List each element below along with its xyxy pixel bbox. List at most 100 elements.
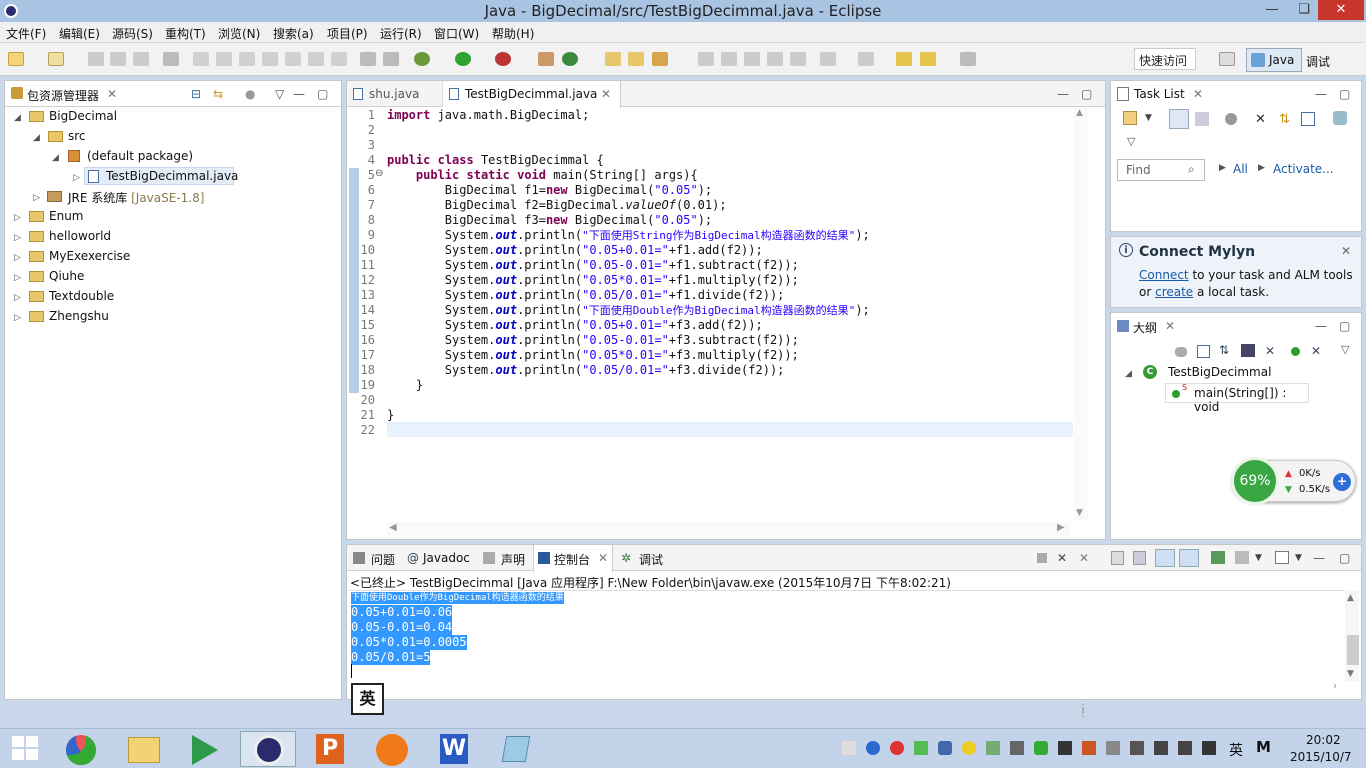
eclipse-taskbar-icon[interactable] xyxy=(240,731,296,767)
code-line[interactable]: import java.math.BigDecimal; xyxy=(387,108,589,123)
code-line[interactable]: System.out.println("0.05/0.01="+f1.divid… xyxy=(387,288,785,303)
new-icon[interactable] xyxy=(8,52,24,66)
minimize-view-icon[interactable]: — xyxy=(1315,319,1327,333)
step-filter-icon[interactable] xyxy=(383,52,399,66)
console-line[interactable]: 0.05+0.01=0.06 xyxy=(351,605,453,620)
console-line[interactable]: 下面使用Double作为BigDecimal构造器函数的结果 xyxy=(351,592,564,604)
collapse-all-icon[interactable] xyxy=(1301,112,1315,126)
show-desktop-icon[interactable] xyxy=(842,741,856,755)
scheduled-icon[interactable] xyxy=(1195,112,1209,126)
run-icon[interactable] xyxy=(455,52,471,66)
tab-declaration[interactable]: 声明 xyxy=(501,551,525,568)
scroll-thumb[interactable] xyxy=(1347,635,1359,665)
editor-horizontal-scrollbar[interactable]: ◀ ▶ xyxy=(387,522,1071,536)
open-console-icon[interactable] xyxy=(1275,551,1289,564)
save-icon[interactable] xyxy=(88,52,104,66)
link-editor-icon[interactable]: ⇆ xyxy=(213,87,223,101)
annotation-next-icon[interactable] xyxy=(698,52,714,66)
tree-item-zhengshu[interactable]: Zhengshu xyxy=(49,309,109,323)
activate-link[interactable]: Activate... xyxy=(1273,162,1334,176)
maximize-view-icon[interactable]: ▢ xyxy=(1339,87,1350,101)
close-tab-icon[interactable]: ✕ xyxy=(598,551,608,565)
minimize-button[interactable]: — xyxy=(1258,0,1286,20)
chevron-down-icon[interactable]: ▽ xyxy=(275,87,284,101)
back-icon[interactable] xyxy=(896,52,912,66)
sync-repo-icon[interactable] xyxy=(1333,111,1347,125)
taskbar-ime-indicator[interactable]: 英 xyxy=(1229,740,1243,760)
next-edit-icon[interactable] xyxy=(820,52,836,66)
show-whitespace-icon[interactable] xyxy=(790,52,806,66)
show-on-output-icon[interactable] xyxy=(1155,549,1175,567)
network-icon[interactable] xyxy=(1178,741,1192,755)
console-line[interactable]: 0.05-0.01=0.04 xyxy=(351,620,453,635)
menu-help[interactable]: 帮助(H) xyxy=(492,25,534,42)
terminate-icon[interactable] xyxy=(239,52,255,66)
network-monitor-widget[interactable]: 69% ▲ 0K/s ▼ 0.5K/s + xyxy=(1231,457,1356,505)
tree-item-src[interactable]: src xyxy=(68,129,86,143)
collapse-triangle-icon[interactable]: ▷ xyxy=(33,193,40,203)
outline-method-item[interactable]: S main(String[]) : void xyxy=(1165,383,1309,414)
clear-console-icon[interactable] xyxy=(1111,551,1124,565)
collapse-all-icon[interactable] xyxy=(1197,345,1210,358)
tray-monitor-icon[interactable] xyxy=(1010,741,1024,755)
remove-launch-icon[interactable]: ✕ xyxy=(1057,551,1067,565)
tab-javadoc[interactable]: Javadoc xyxy=(423,551,470,565)
clock-time[interactable]: 20:02 xyxy=(1306,733,1341,747)
open-task-icon[interactable] xyxy=(628,52,644,66)
focus-icon[interactable] xyxy=(1175,347,1187,357)
last-edit-icon[interactable] xyxy=(858,52,874,66)
firefox-icon[interactable] xyxy=(364,731,420,767)
close-tab-icon[interactable]: ✕ xyxy=(601,87,611,101)
menu-refactor[interactable]: 重构(T) xyxy=(165,25,206,42)
menu-search[interactable]: 搜索(a) xyxy=(273,25,314,42)
wps-writer-icon[interactable]: W xyxy=(426,731,482,767)
console-line[interactable]: 0.05*0.01=0.0005 xyxy=(351,635,467,650)
tab-testbigdecimmal-java[interactable]: TestBigDecimmal.java ✕ xyxy=(443,81,621,108)
tree-item-bigdecimal[interactable]: BigDecimal xyxy=(49,109,117,123)
tab-console[interactable]: 控制台 ✕ xyxy=(533,545,613,572)
chevron-down-icon[interactable]: ▼ xyxy=(1145,113,1152,123)
close-tab-icon[interactable]: ✕ xyxy=(1193,87,1203,101)
menu-navigate[interactable]: 浏览(N) xyxy=(218,25,260,42)
tree-item-testbigdecimmal-java[interactable]: TestBigDecimmal.java xyxy=(106,169,238,183)
debug-perspective-button[interactable]: 调试 xyxy=(1306,53,1330,70)
code-line[interactable]: System.out.println("0.05+0.01="+f3.add(f… xyxy=(387,318,763,333)
console-line[interactable]: 0.05/0.01=5 xyxy=(351,650,431,665)
tab-outline[interactable]: 大纲 xyxy=(1133,319,1157,336)
chevron-down-icon[interactable]: ▼ xyxy=(1255,553,1262,563)
step-over-icon[interactable] xyxy=(308,52,324,66)
disconnect-icon[interactable] xyxy=(262,52,278,66)
categorized-icon[interactable] xyxy=(1169,109,1189,129)
code-line[interactable]: } xyxy=(387,408,394,423)
menu-edit[interactable]: 编辑(E) xyxy=(59,25,100,42)
suspend-icon[interactable] xyxy=(216,52,232,66)
code-line[interactable]: BigDecimal f1=new BigDecimal("0.05"); xyxy=(387,183,712,198)
new-task-icon[interactable] xyxy=(1123,111,1137,125)
back-history-icon[interactable] xyxy=(920,52,936,66)
volume-icon[interactable] xyxy=(1154,741,1168,755)
resume-icon[interactable] xyxy=(193,52,209,66)
menu-file[interactable]: 文件(F) xyxy=(6,25,46,42)
terminate-icon[interactable] xyxy=(1037,553,1047,563)
quick-access-input[interactable]: 快速访问 xyxy=(1134,48,1196,70)
toggle-mark-icon[interactable] xyxy=(744,52,760,66)
debug-icon[interactable] xyxy=(414,52,430,66)
all-link[interactable]: All xyxy=(1233,162,1248,176)
scroll-left-icon[interactable]: ◀ xyxy=(389,522,397,533)
connect-link[interactable]: Connect xyxy=(1139,268,1189,282)
menu-run[interactable]: 运行(R) xyxy=(380,25,422,42)
tab-package-explorer[interactable]: 包资源管理器 xyxy=(27,87,99,104)
windows-start-icon[interactable] xyxy=(12,736,38,760)
scroll-down-icon[interactable]: ▼ xyxy=(1076,508,1083,518)
tray-security-icon[interactable] xyxy=(890,741,904,755)
search-icon[interactable]: ⌕ xyxy=(1188,162,1195,177)
view-menu-icon[interactable]: ▽ xyxy=(1127,135,1135,148)
shield-icon[interactable] xyxy=(1034,741,1048,755)
nvidia-icon[interactable] xyxy=(914,741,928,755)
notepad-icon[interactable] xyxy=(488,731,544,767)
collapse-triangle-icon[interactable]: ▷ xyxy=(14,253,21,263)
expand-triangle-icon[interactable]: ◢ xyxy=(14,113,21,123)
minimize-view-icon[interactable]: — xyxy=(1315,87,1327,101)
tree-item-default-package[interactable]: (default package) xyxy=(87,149,193,163)
display-console-icon[interactable] xyxy=(1235,551,1249,564)
